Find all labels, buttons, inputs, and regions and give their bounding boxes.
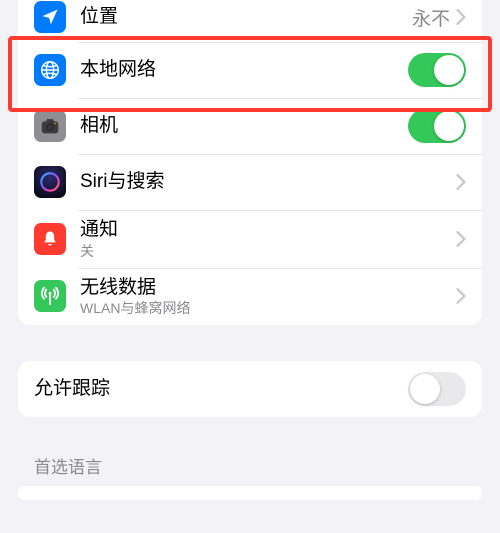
row-label: 无线数据 (80, 276, 456, 300)
row-allow-tracking[interactable]: 允许跟踪 (18, 361, 482, 417)
row-notifications[interactable]: 通知 关 (18, 210, 482, 268)
row-local-network[interactable]: 本地网络 (18, 42, 482, 98)
row-wireless-data[interactable]: 无线数据 WLAN与蜂窝网络 (18, 268, 482, 326)
row-label: 相机 (80, 114, 408, 138)
antenna-icon (34, 280, 66, 312)
row-label: 通知 (80, 218, 456, 242)
row-detail: 永不 (412, 4, 450, 31)
row-siri[interactable]: Siri与搜索 (18, 154, 482, 210)
camera-icon (34, 110, 66, 142)
row-camera[interactable]: 相机 (18, 98, 482, 154)
row-label: Siri与搜索 (80, 170, 456, 194)
siri-icon (34, 166, 66, 198)
section-header-language: 首选语言 (0, 453, 500, 486)
settings-group-language (18, 486, 482, 500)
globe-icon (34, 54, 66, 86)
settings-group: 位置 永不 本地网络 (18, 0, 482, 325)
bell-icon (34, 223, 66, 255)
chevron-right-icon (456, 9, 466, 25)
row-label: 本地网络 (80, 58, 408, 82)
settings-group-tracking: 允许跟踪 (18, 361, 482, 417)
chevron-right-icon (456, 231, 466, 247)
row-label: 允许跟踪 (34, 377, 408, 401)
toggle-allow-tracking[interactable] (408, 372, 466, 406)
location-icon (34, 1, 66, 33)
row-location[interactable]: 位置 永不 (18, 0, 482, 42)
chevron-right-icon (456, 288, 466, 304)
toggle-camera[interactable] (408, 109, 466, 143)
row-label: 位置 (80, 5, 412, 29)
chevron-right-icon (456, 174, 466, 190)
row-subtitle: WLAN与蜂窝网络 (80, 300, 456, 317)
toggle-local-network[interactable] (408, 53, 466, 87)
row-subtitle: 关 (80, 243, 456, 260)
